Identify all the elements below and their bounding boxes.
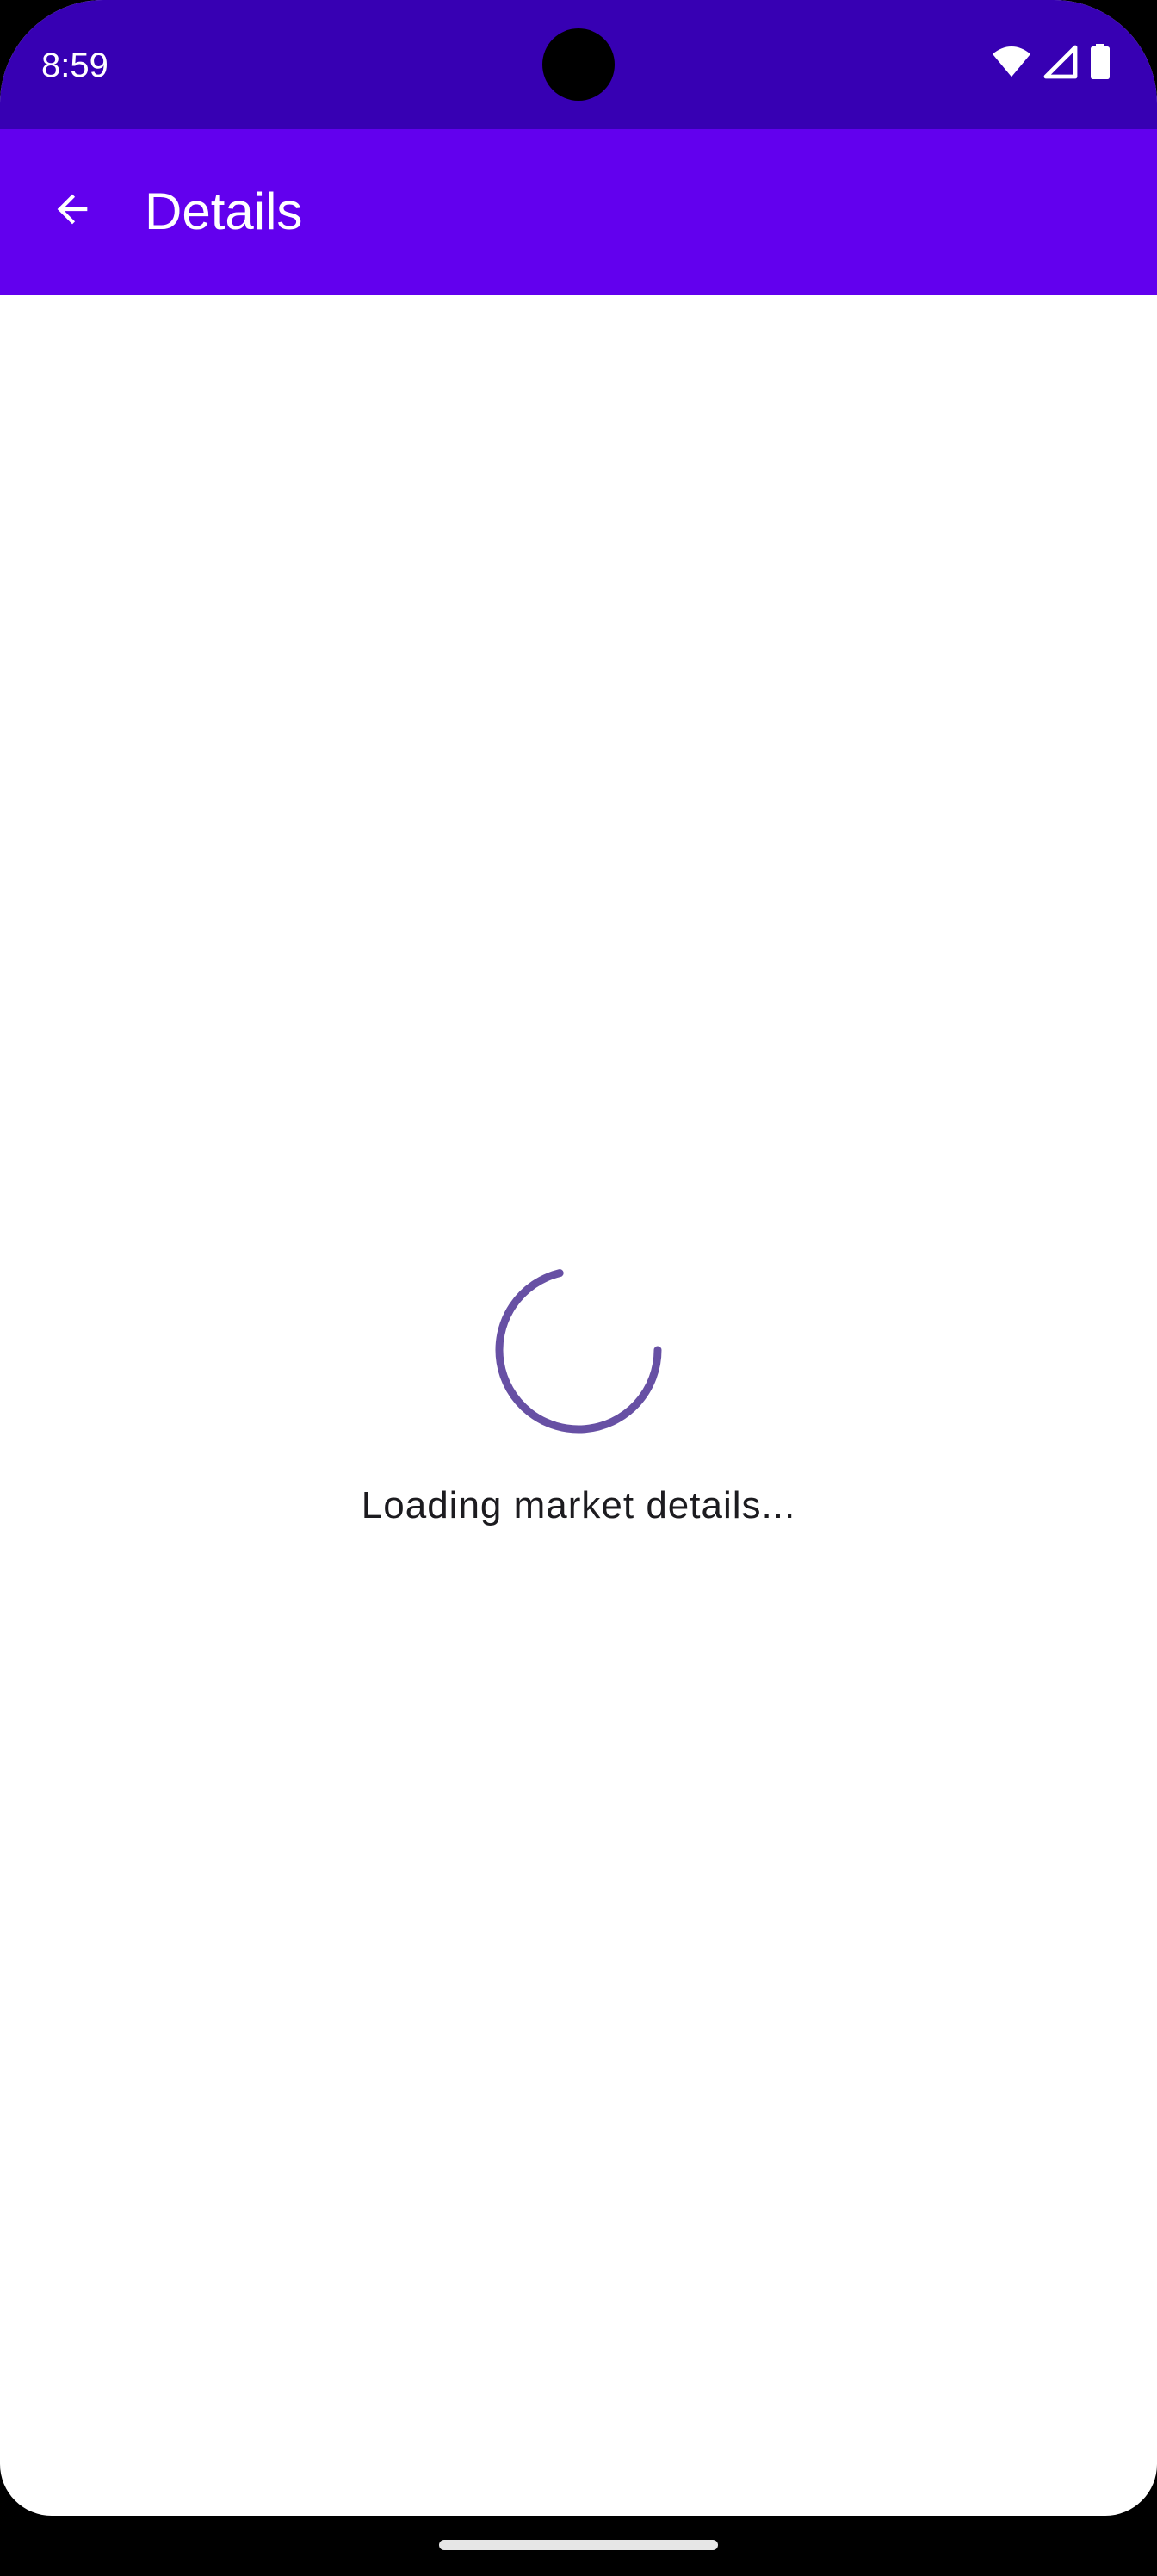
top-app-bar: Details: [0, 129, 1157, 295]
wifi-icon: [992, 45, 1031, 84]
device-frame: 8:59 Details Loading market details...: [0, 0, 1157, 2576]
status-time: 8:59: [41, 46, 108, 84]
arrow-back-icon: [50, 187, 95, 236]
camera-cutout: [542, 28, 615, 101]
status-bar: 8:59: [0, 0, 1157, 129]
gesture-navigation-bar[interactable]: [439, 2540, 718, 2550]
status-icons: [992, 43, 1111, 84]
back-button[interactable]: [31, 170, 114, 252]
screen: 8:59 Details Loading market details...: [0, 0, 1157, 2516]
page-title: Details: [145, 183, 303, 240]
battery-icon: [1090, 43, 1111, 84]
loading-indicator: Loading market details...: [0, 1266, 1157, 1530]
cellular-signal-icon: [1043, 45, 1078, 84]
loading-message: Loading market details...: [361, 1484, 796, 1526]
progress-spinner-icon: [494, 1266, 663, 1439]
